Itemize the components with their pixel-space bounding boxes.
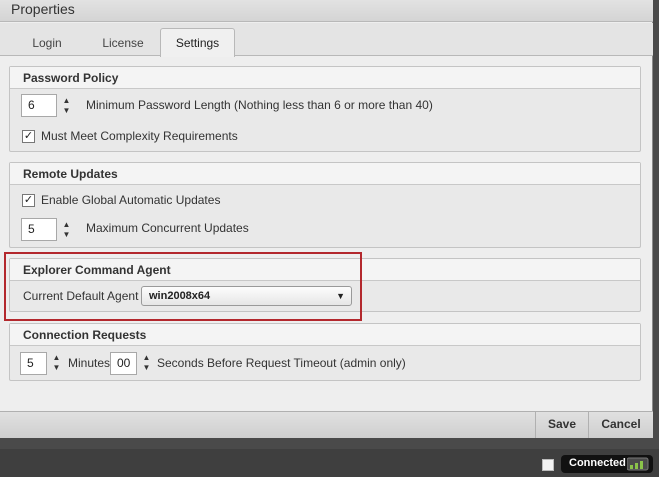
spinner-up-icon[interactable]: ▲ xyxy=(142,353,151,363)
max-concurrent-updates-input[interactable]: 5 xyxy=(21,218,57,241)
checkmark-icon: ✓ xyxy=(23,130,34,142)
spinner-down-icon[interactable]: ▼ xyxy=(62,106,71,116)
minutes-label: Minutes xyxy=(68,356,111,370)
highlight-box xyxy=(4,252,362,321)
complexity-checkbox[interactable]: ✓ xyxy=(22,130,35,143)
dialog-footer: Save Cancel xyxy=(0,411,653,438)
tab-license[interactable]: License xyxy=(91,30,155,56)
spinner-up-icon[interactable]: ▲ xyxy=(62,220,71,230)
status-bar: Connected xyxy=(0,449,659,477)
min-password-length-input[interactable]: 6 xyxy=(21,94,57,117)
spinner-up-icon[interactable]: ▲ xyxy=(52,353,61,363)
save-button[interactable]: Save xyxy=(535,412,588,438)
status-toggle[interactable] xyxy=(542,459,554,471)
max-concurrent-updates-stepper[interactable]: ▲ ▼ xyxy=(62,220,71,242)
remote-updates-group: Remote Updates ✓ Enable Global Automatic… xyxy=(9,162,641,248)
max-concurrent-updates-label: Maximum Concurrent Updates xyxy=(86,221,249,235)
remote-updates-header: Remote Updates xyxy=(10,163,640,185)
title-bar[interactable]: Properties xyxy=(0,0,653,22)
dialog-title: Properties xyxy=(11,1,75,17)
min-password-length-stepper[interactable]: ▲ ▼ xyxy=(62,96,71,118)
password-policy-group: Password Policy 6 ▲ ▼ Minimum Password L… xyxy=(9,66,641,152)
connection-status: Connected xyxy=(561,455,653,473)
spinner-down-icon[interactable]: ▼ xyxy=(52,363,61,373)
complexity-label: Must Meet Complexity Requirements xyxy=(41,129,238,143)
spinner-down-icon[interactable]: ▼ xyxy=(62,230,71,240)
connection-requests-header: Connection Requests xyxy=(10,324,640,346)
tab-strip: Login License Settings xyxy=(0,23,653,57)
min-password-length-label: Minimum Password Length (Nothing less th… xyxy=(86,98,433,112)
tab-settings[interactable]: Settings xyxy=(160,28,235,57)
seconds-label: Seconds Before Request Timeout (admin on… xyxy=(157,356,406,370)
tab-login[interactable]: Login xyxy=(17,30,77,56)
cancel-button[interactable]: Cancel xyxy=(588,412,653,438)
connection-status-label: Connected xyxy=(569,457,626,469)
timeout-seconds-stepper[interactable]: ▲ ▼ xyxy=(142,353,151,375)
network-icon xyxy=(627,457,649,471)
spinner-up-icon[interactable]: ▲ xyxy=(62,96,71,106)
password-policy-header: Password Policy xyxy=(10,67,640,89)
timeout-minutes-input[interactable]: 5 xyxy=(20,352,47,375)
auto-updates-checkbox[interactable]: ✓ xyxy=(22,194,35,207)
properties-dialog: Properties Login License Settings Passwo… xyxy=(0,0,653,438)
timeout-seconds-input[interactable]: 00 xyxy=(110,352,137,375)
connection-requests-group: Connection Requests 5 ▲ ▼ Minutes 00 ▲ ▼… xyxy=(9,323,641,381)
timeout-minutes-stepper[interactable]: ▲ ▼ xyxy=(52,353,61,375)
auto-updates-label: Enable Global Automatic Updates xyxy=(41,193,221,207)
spinner-down-icon[interactable]: ▼ xyxy=(142,363,151,373)
checkmark-icon: ✓ xyxy=(23,194,34,206)
